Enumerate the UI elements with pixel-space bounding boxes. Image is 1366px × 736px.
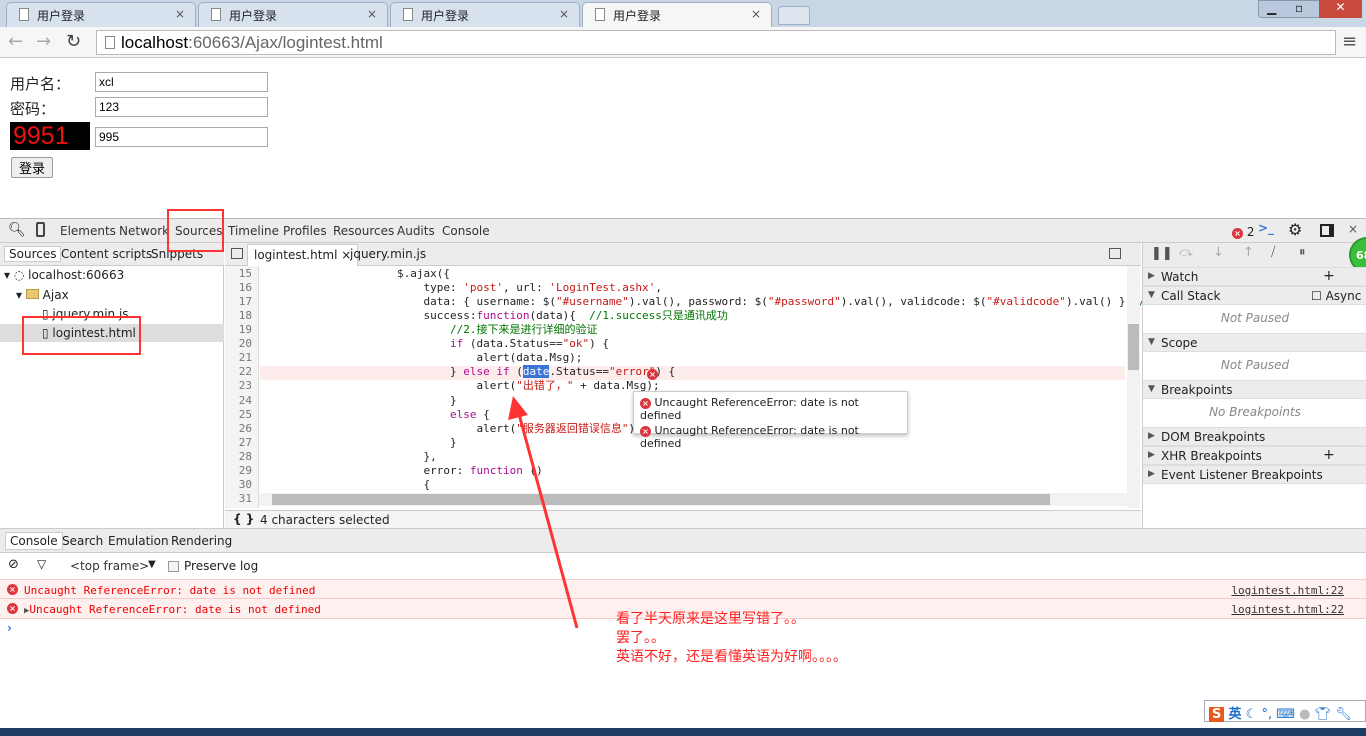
annotation-note: 看了半天原来是这里写错了。。 罢了。。 英语不好，还是看懂英语为好啊。。。。 — [616, 610, 847, 667]
annotation-line: 罢了。。 — [616, 630, 665, 646]
wrench-icon[interactable]: 🔧︎ — [1335, 707, 1352, 722]
user-icon[interactable]: ● — [1299, 707, 1310, 722]
ime-toolbar: S 英 ☾ °, ⌨ ● 👕︎ 🔧︎ — [1204, 700, 1366, 722]
taskbar — [0, 728, 1366, 736]
annotation-line: 看了半天原来是这里写错了。。 — [616, 611, 805, 627]
punctuation-icon[interactable]: °, — [1261, 707, 1272, 722]
ime-lang[interactable]: 英 — [1229, 707, 1242, 722]
shirt-icon[interactable]: 👕︎ — [1315, 707, 1332, 722]
keyboard-icon[interactable]: ⌨ — [1276, 707, 1295, 722]
sogou-logo-icon[interactable]: S — [1209, 707, 1225, 722]
annotation-line: 英语不好，还是看懂英语为好啊。。。。 — [616, 649, 847, 665]
moon-icon[interactable]: ☾ — [1246, 707, 1258, 722]
